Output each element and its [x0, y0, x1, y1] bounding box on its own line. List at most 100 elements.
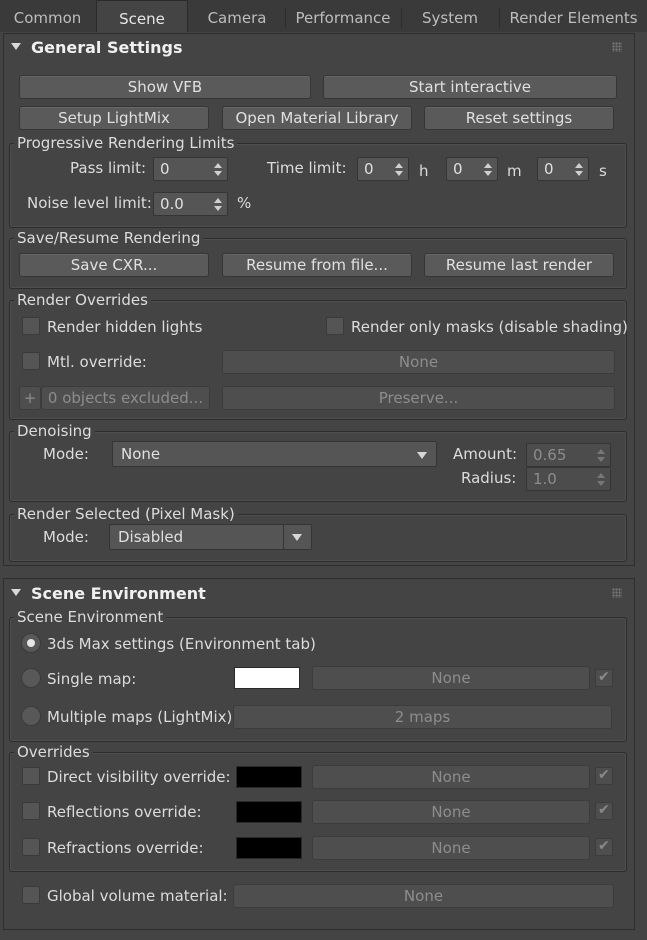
spinner-down-icon[interactable] [484, 171, 492, 176]
spinner-up-icon[interactable] [575, 163, 583, 168]
render-hidden-lights-checkbox[interactable] [22, 317, 40, 335]
noise-limit-spinner[interactable]: 0.0 [153, 192, 228, 216]
direct-visibility-checkbox[interactable] [22, 767, 40, 785]
noise-limit-label: Noise level limit: [27, 194, 152, 212]
spinner-up-icon[interactable] [484, 163, 492, 168]
scene-environment-title[interactable]: Scene Environment [31, 584, 206, 603]
setup-lightmix-button[interactable]: Setup LightMix [19, 106, 209, 130]
spinner-down-icon[interactable] [597, 481, 605, 486]
tab-render-elements[interactable]: Render Elements [500, 0, 647, 32]
mtl-override-label: Mtl. override: [47, 353, 147, 371]
reflections-enable-checkbox[interactable] [595, 802, 613, 820]
time-minutes-value: 0 [453, 160, 463, 178]
spinner-down-icon[interactable] [395, 171, 403, 176]
minutes-unit: m [507, 162, 522, 180]
spinner-up-icon[interactable] [214, 163, 222, 168]
objects-excluded-button[interactable]: 0 objects excluded... [41, 386, 210, 410]
spinner-up-icon[interactable] [597, 473, 605, 478]
max-settings-radio[interactable] [21, 633, 41, 653]
max-settings-label: 3ds Max settings (Environment tab) [47, 635, 316, 653]
refractions-enable-checkbox[interactable] [595, 838, 613, 856]
collapse-triangle-icon[interactable] [11, 43, 21, 50]
tab-common[interactable]: Common [0, 0, 95, 32]
spinner-up-icon[interactable] [214, 198, 222, 203]
pass-limit-value: 0 [160, 160, 170, 178]
spinner-down-icon[interactable] [575, 171, 583, 176]
single-map-button[interactable]: None [312, 666, 590, 690]
grip-icon[interactable] [612, 42, 622, 52]
render-selected-title: Render Selected (Pixel Mask) [14, 505, 238, 523]
render-selected-mode-dropdown[interactable]: Disabled [109, 524, 284, 550]
radius-label: Radius: [461, 469, 517, 487]
global-volume-button[interactable]: None [233, 884, 614, 908]
pass-limit-spinner[interactable]: 0 [153, 157, 228, 181]
refractions-color-swatch[interactable] [236, 837, 302, 859]
render-selected-dropdown-button[interactable] [283, 524, 312, 550]
tab-system[interactable]: System [402, 0, 498, 32]
render-only-masks-checkbox[interactable] [326, 317, 344, 335]
resume-from-file-button[interactable]: Resume from file... [222, 253, 412, 277]
time-minutes-spinner[interactable]: 0 [446, 157, 498, 181]
spinner-down-icon[interactable] [597, 457, 605, 462]
show-vfb-button[interactable]: Show VFB [19, 75, 311, 99]
resume-last-render-button[interactable]: Resume last render [424, 253, 614, 277]
grip-icon[interactable] [612, 588, 622, 598]
noise-limit-value: 0.0 [160, 195, 184, 213]
reset-settings-button[interactable]: Reset settings [424, 106, 614, 130]
refractions-override-label: Refractions override: [47, 839, 204, 857]
tab-performance[interactable]: Performance [286, 0, 400, 32]
tab-camera[interactable]: Camera [190, 0, 284, 32]
collapse-triangle-icon[interactable] [11, 589, 21, 596]
multiple-maps-button[interactable]: 2 maps [233, 705, 612, 729]
time-seconds-spinner[interactable]: 0 [537, 157, 589, 181]
scene-environment-group-title: Scene Environment [14, 608, 167, 626]
refractions-override-checkbox[interactable] [22, 838, 40, 856]
direct-visibility-map-button[interactable]: None [312, 765, 590, 789]
time-hours-spinner[interactable]: 0 [357, 157, 409, 181]
reflections-color-swatch[interactable] [236, 801, 302, 823]
denoising-mode-value: None [121, 445, 161, 463]
general-settings-title[interactable]: General Settings [31, 38, 183, 57]
spinner-down-icon[interactable] [214, 171, 222, 176]
hours-unit: h [419, 162, 429, 180]
refractions-map-button[interactable]: None [312, 836, 590, 860]
single-map-color-swatch[interactable] [234, 667, 300, 689]
multiple-maps-label: Multiple maps (LightMix): [47, 708, 238, 726]
mtl-override-checkbox[interactable] [22, 352, 40, 370]
multiple-maps-radio[interactable] [21, 706, 41, 726]
save-cxr-button[interactable]: Save CXR... [19, 253, 209, 277]
direct-visibility-enable-checkbox[interactable] [595, 767, 613, 785]
spinner-up-icon[interactable] [597, 449, 605, 454]
start-interactive-button[interactable]: Start interactive [323, 75, 617, 99]
noise-unit: % [237, 194, 252, 212]
single-map-label: Single map: [47, 670, 137, 688]
spinner-up-icon[interactable] [395, 163, 403, 168]
time-seconds-value: 0 [544, 160, 554, 178]
time-hours-value: 0 [364, 160, 374, 178]
progressive-limits-group [9, 143, 627, 228]
global-volume-checkbox[interactable] [22, 886, 40, 904]
global-volume-label: Global volume material: [47, 887, 228, 905]
single-map-radio[interactable] [21, 668, 41, 688]
render-overrides-title: Render Overrides [14, 291, 151, 309]
render-only-masks-label: Render only masks (disable shading) [351, 318, 628, 336]
render-selected-mode-value: Disabled [118, 528, 184, 546]
open-material-library-button[interactable]: Open Material Library [222, 106, 412, 130]
single-map-enable-checkbox[interactable] [595, 669, 613, 687]
env-overrides-title: Overrides [14, 743, 93, 761]
radius-spinner[interactable]: 1.0 [526, 467, 611, 491]
pass-limit-label: Pass limit: [70, 159, 147, 177]
amount-spinner[interactable]: 0.65 [526, 443, 611, 467]
direct-visibility-label: Direct visibility override: [47, 768, 231, 786]
reflections-override-checkbox[interactable] [22, 802, 40, 820]
reflections-map-button[interactable]: None [312, 800, 590, 824]
spinner-down-icon[interactable] [214, 206, 222, 211]
direct-visibility-color-swatch[interactable] [236, 766, 302, 788]
radius-value: 1.0 [533, 470, 557, 488]
tab-scene[interactable]: Scene [96, 0, 188, 32]
add-exclude-button[interactable]: + [19, 386, 41, 410]
preserve-button[interactable]: Preserve... [222, 386, 615, 410]
denoising-mode-dropdown[interactable]: None [112, 441, 437, 467]
mtl-override-map-button[interactable]: None [222, 350, 615, 374]
render-selected-mode-label: Mode: [43, 528, 89, 546]
